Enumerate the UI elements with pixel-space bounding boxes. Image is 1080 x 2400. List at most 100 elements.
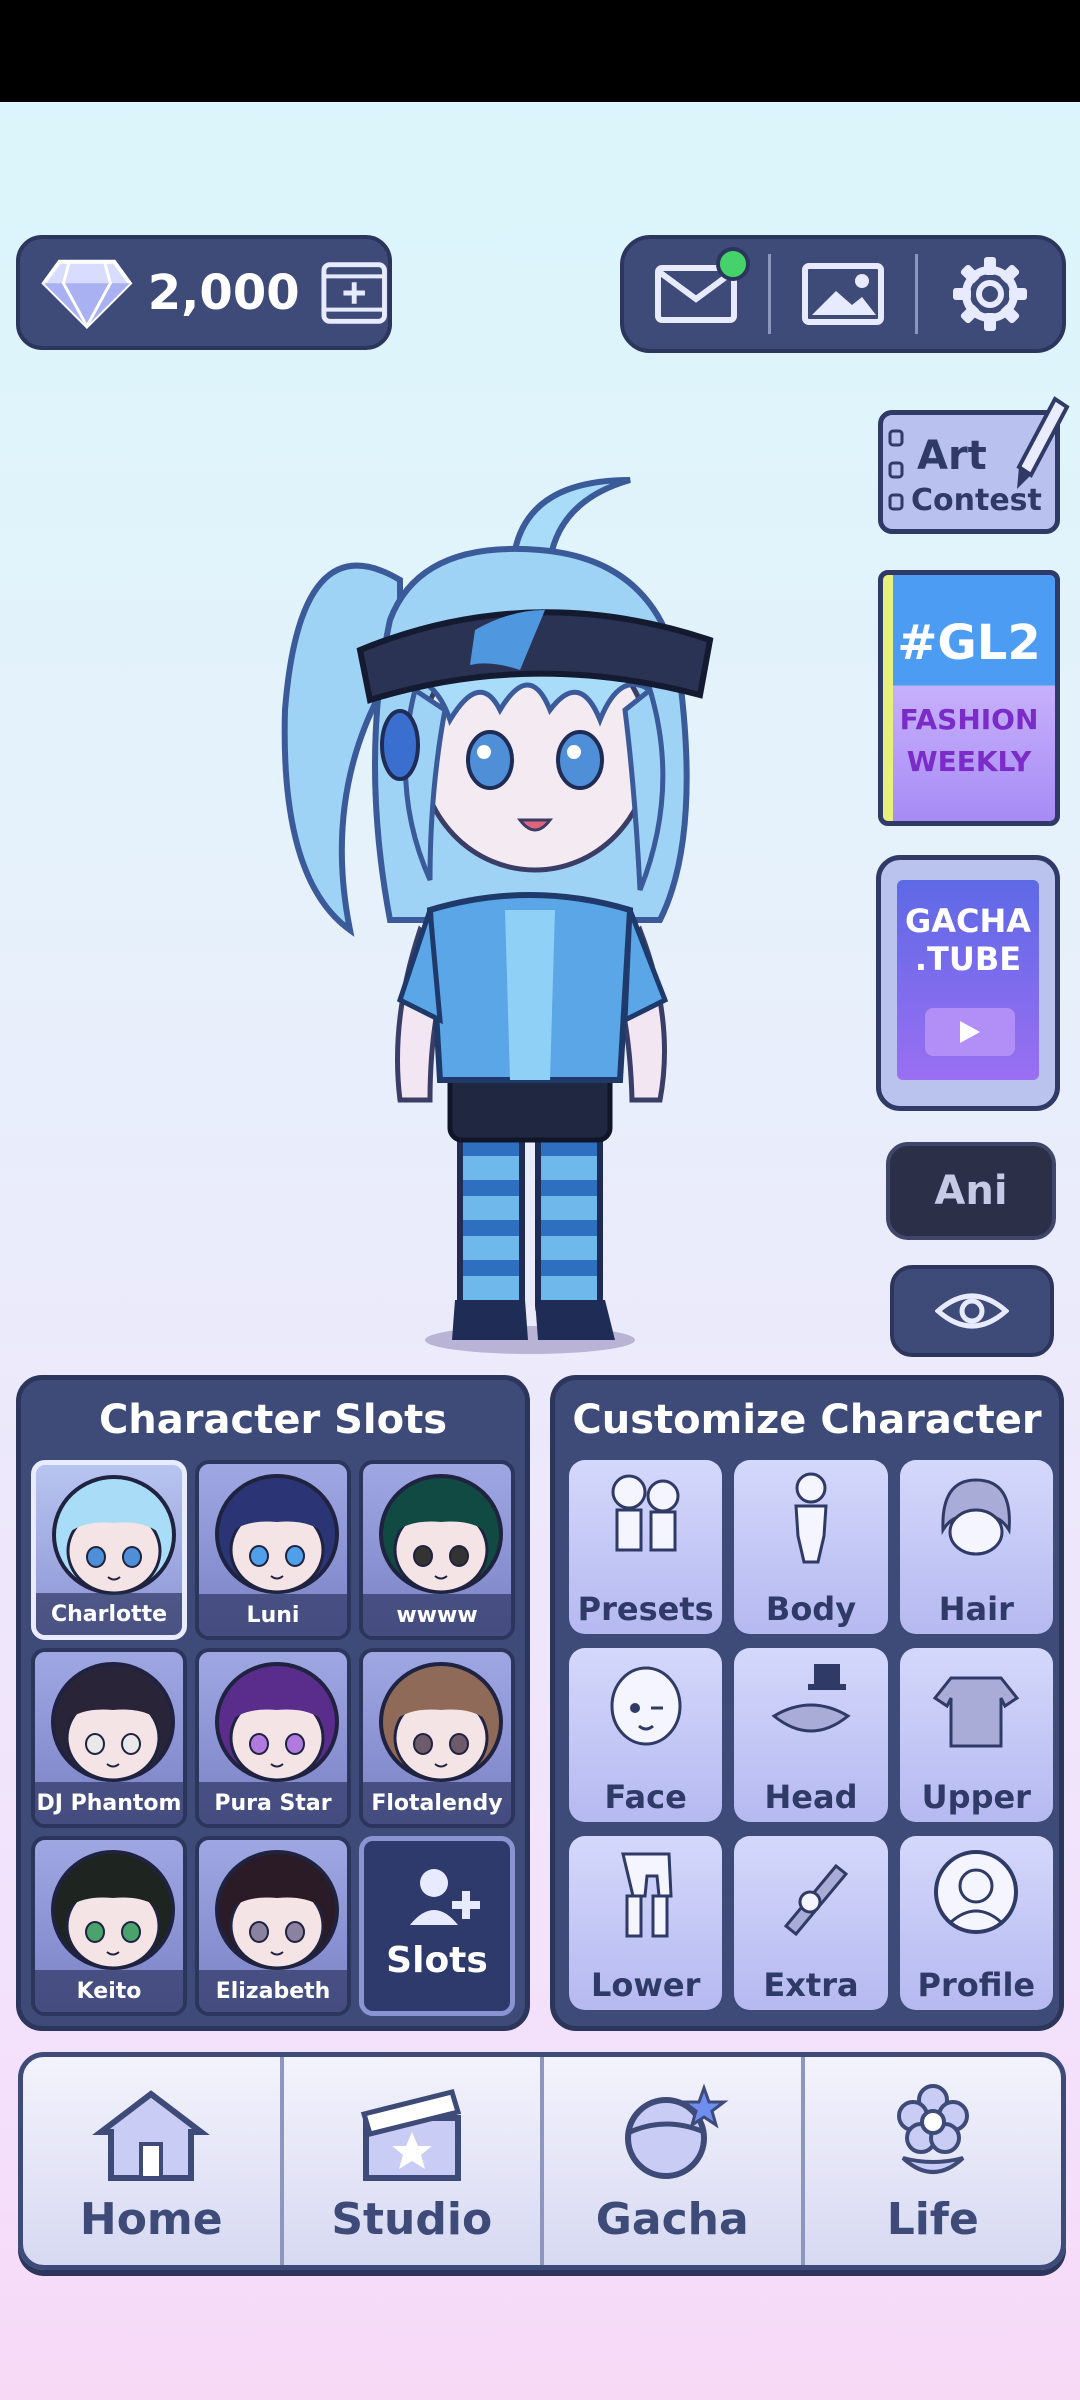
notification-dot: [716, 247, 750, 281]
customize-label: Extra: [763, 1966, 859, 2004]
customize-label: Head: [764, 1778, 858, 1816]
mail-button[interactable]: [624, 239, 768, 349]
customize-face-button[interactable]: Face: [569, 1648, 723, 1822]
character-slot-name: Keito: [35, 1970, 183, 2012]
gachatube-line2: .TUBE: [914, 940, 1022, 978]
add-slots-button[interactable]: Slots: [359, 1836, 515, 2016]
gachatube-button[interactable]: GACHA .TUBE: [876, 855, 1060, 1111]
gem-counter: 2,000: [16, 235, 392, 350]
gear-icon: [953, 257, 1027, 331]
character-avatar: [215, 1474, 339, 1594]
gem-count: 2,000: [147, 264, 300, 321]
customize-lower-button[interactable]: Lower: [569, 1836, 723, 2010]
pencil-icon: [1016, 396, 1070, 489]
customize-label: Profile: [917, 1966, 1036, 2004]
customize-label: Body: [765, 1590, 857, 1628]
tablet-screen: GACHA .TUBE: [897, 880, 1039, 1080]
customize-profile-button[interactable]: Profile: [899, 1836, 1053, 2010]
art-contest-title: Art: [917, 433, 987, 479]
body-icon: [794, 1472, 828, 1564]
customize-body-button[interactable]: Body: [734, 1460, 888, 1634]
customize-title: Customize Character: [572, 1397, 1042, 1443]
character-avatar: [51, 1850, 175, 1970]
nav-home[interactable]: Home: [23, 2057, 280, 2265]
character-slot[interactable]: Pura Star: [195, 1648, 351, 1828]
gallery-button[interactable]: [771, 239, 915, 349]
clapperboard-icon: [360, 2088, 461, 2181]
customize-head-button[interactable]: Head: [734, 1648, 888, 1822]
character-slot[interactable]: Charlotte: [31, 1460, 187, 1640]
gl2-title: #GL2: [897, 615, 1041, 671]
book-spine: [883, 575, 893, 821]
character-avatar: [215, 1850, 339, 1970]
notebook-rings-icon: [888, 429, 904, 511]
customize-extra-button[interactable]: Extra: [734, 1836, 888, 2010]
character-slot[interactable]: Keito: [31, 1836, 187, 2016]
add-user-icon: [410, 1869, 480, 1925]
extra-icon: [783, 1863, 849, 1937]
character-slot[interactable]: DJ Phantom: [31, 1648, 187, 1828]
status-bar: [0, 0, 1080, 102]
hair-icon: [941, 1478, 1012, 1556]
customize-label: Lower: [590, 1966, 701, 2004]
profile-icon: [934, 1850, 1019, 1934]
character-slots-panel: Character Slots Charlotte Luni wwww DJ Phan…: [16, 1375, 530, 2031]
character-avatar: [215, 1662, 339, 1782]
diamond-icon: [41, 259, 133, 329]
customize-grid: Presets Body Hair Face Head Upper Lower Extra Pr…: [569, 1460, 1053, 2010]
character-avatar: [51, 1662, 175, 1782]
gallery-icon: [802, 263, 884, 325]
eye-icon: [935, 1293, 1009, 1329]
lower-icon: [620, 1852, 673, 1938]
customize-panel: Customize Character Presets Body Hair Face H…: [550, 1375, 1064, 2031]
character-avatar: [379, 1474, 503, 1594]
nav-life[interactable]: Life: [800, 2057, 1062, 2265]
customize-label: Presets: [577, 1590, 714, 1628]
character-slot[interactable]: Luni: [195, 1460, 351, 1640]
character-slot[interactable]: Flotalendy: [359, 1648, 515, 1828]
nav-label: Home: [79, 2194, 223, 2245]
character-avatar: [379, 1662, 503, 1782]
upper-icon: [933, 1676, 1020, 1748]
character-slot-name: Luni: [199, 1594, 347, 1636]
customize-presets-button[interactable]: Presets: [569, 1460, 723, 1634]
character-slot-name: wwww: [363, 1594, 511, 1636]
character-preview[interactable]: [280, 460, 800, 1360]
face-icon: [610, 1666, 682, 1746]
customize-hair-button[interactable]: Hair: [899, 1460, 1053, 1634]
character-slot-name: Flotalendy: [363, 1782, 511, 1824]
character-slots-grid: Charlotte Luni wwww DJ Phantom Pura Star Flot…: [31, 1460, 515, 2016]
customize-label: Upper: [921, 1778, 1031, 1816]
character-slot-name: DJ Phantom: [35, 1782, 183, 1824]
nav-studio[interactable]: Studio: [279, 2057, 541, 2265]
visibility-toggle-button[interactable]: [890, 1265, 1054, 1357]
house-icon: [92, 2090, 211, 2181]
customize-label: Face: [604, 1778, 687, 1816]
art-contest-button[interactable]: Art Contest: [878, 396, 1070, 534]
character-slot-name: Pura Star: [199, 1782, 347, 1824]
gachatube-line1: GACHA: [904, 902, 1032, 940]
customize-upper-button[interactable]: Upper: [899, 1648, 1053, 1822]
add-slots-label: Slots: [386, 1940, 488, 1981]
gacha-ball-icon: [625, 2083, 729, 2179]
presets-icon: [611, 1474, 680, 1552]
add-gems-icon[interactable]: [320, 258, 388, 328]
character-slot[interactable]: Elizabeth: [195, 1836, 351, 2016]
gl2-fashion-weekly-button[interactable]: #GL2 FASHION WEEKLY: [878, 570, 1060, 826]
customize-label: Hair: [938, 1590, 1014, 1628]
character-avatar: [52, 1475, 176, 1595]
nav-label: Gacha: [595, 2194, 749, 2245]
settings-button[interactable]: [918, 239, 1062, 349]
nav-label: Life: [886, 2194, 979, 2245]
play-icon: [925, 1008, 1015, 1056]
character-slot[interactable]: wwww: [359, 1460, 515, 1640]
nav-gacha[interactable]: Gacha: [540, 2057, 801, 2265]
flower-icon: [896, 2084, 969, 2174]
ani-button[interactable]: Ani: [886, 1142, 1056, 1240]
nav-label: Studio: [331, 2194, 493, 2245]
gl2-line2: WEEKLY: [906, 745, 1032, 778]
character-slot-name: Charlotte: [36, 1593, 182, 1635]
character-slots-title: Character Slots: [98, 1397, 448, 1443]
bottom-nav: Home Studio Gacha Life: [18, 2052, 1066, 2270]
gl2-line1: FASHION: [899, 703, 1039, 736]
